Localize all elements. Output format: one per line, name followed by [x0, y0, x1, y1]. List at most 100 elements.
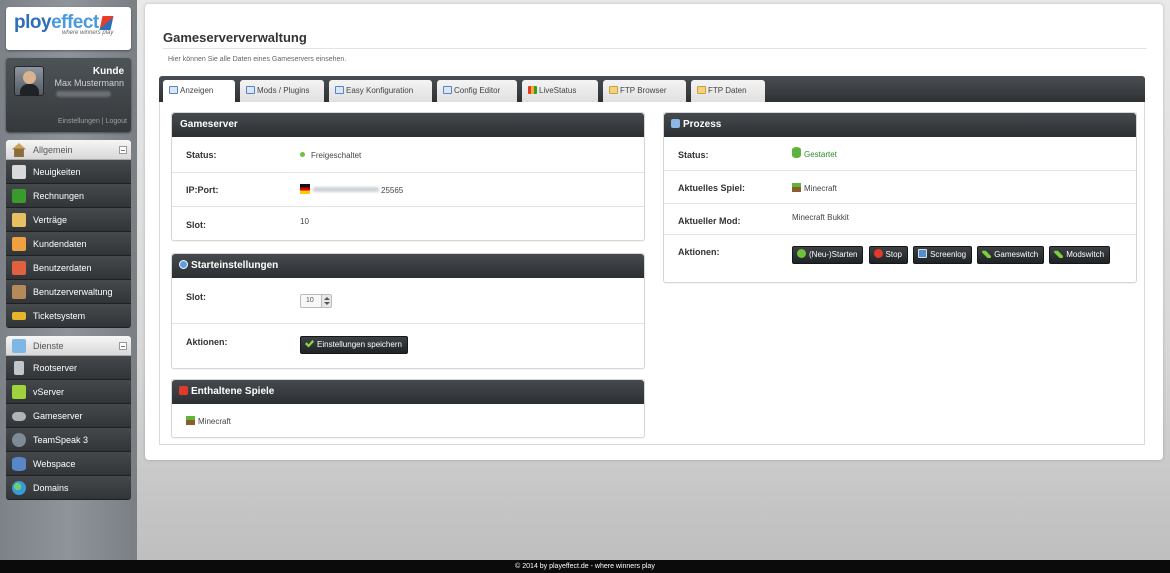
collapse-icon[interactable] [119, 342, 127, 350]
nav-item-ticketsystem[interactable]: Ticketsystem [6, 304, 131, 328]
box-title: Starteinstellungen [191, 260, 279, 271]
nav-item-label: Verträge [33, 215, 68, 225]
plugin-icon [246, 86, 255, 94]
status-dot-icon [300, 152, 305, 157]
restart-button[interactable]: (Neu-)Starten [792, 246, 864, 264]
slot-stepper[interactable]: 10 [300, 294, 332, 308]
sidebar: ployeffect where winners play Kunde Max … [0, 0, 137, 560]
tab-label: FTP Browser [620, 86, 667, 95]
nav-item-benutzerverwaltung[interactable]: Benutzerverwaltung [6, 280, 131, 304]
process-icon [671, 119, 680, 128]
status-label: Status: [186, 150, 217, 160]
port-value: 25565 [381, 186, 404, 195]
current-game-label: Aktuelles Spiel: [678, 183, 746, 193]
monitor-icon [918, 249, 928, 258]
restart-label: (Neu-)Starten [809, 250, 858, 259]
nav-item-label: Gameserver [33, 411, 83, 421]
stepper-arrows-icon[interactable] [321, 295, 331, 307]
logout-link[interactable]: Logout [106, 118, 127, 125]
nav-item-label: Neuigkeiten [33, 167, 81, 177]
user-name: Max Mustermann [54, 78, 124, 88]
tab-ftp-daten[interactable]: FTP Daten [691, 80, 765, 102]
minecraft-icon [186, 416, 195, 425]
nav-item-vertraege[interactable]: Verträge [6, 208, 131, 232]
slot-stepper-value: 10 [306, 297, 314, 304]
process-box: Prozess Status: Gestartet Aktuelles Spie… [663, 112, 1137, 283]
stop-button[interactable]: Stop [868, 246, 908, 264]
nav-item-label: Ticketsystem [33, 311, 86, 321]
current-mod-label: Aktueller Mod: [678, 216, 741, 226]
database-green-icon [792, 147, 801, 158]
screenlog-button[interactable]: Screenlog [913, 246, 973, 264]
nav-item-label: Webspace [33, 459, 76, 469]
nav-item-gameserver[interactable]: Gameserver [6, 404, 131, 428]
current-mod-value: Minecraft Bukkit [792, 213, 849, 222]
process-status-label: Status: [678, 150, 709, 160]
cubes-icon [12, 385, 26, 399]
nav-item-label: Benutzerverwaltung [33, 287, 113, 297]
database-icon [12, 457, 26, 471]
user-role: Kunde [92, 66, 124, 77]
status-text: Freigeschaltet [311, 151, 362, 160]
divider [163, 48, 1147, 49]
included-games-box: Enthaltene Spiele Minecraft [171, 379, 645, 438]
tab-label: FTP Daten [708, 86, 747, 95]
contract-icon [12, 213, 26, 227]
tab-anzeigen[interactable]: Anzeigen [163, 80, 235, 104]
gameswitch-button[interactable]: Gameswitch [977, 246, 1045, 264]
nav-item-rootserver[interactable]: Rootserver [6, 356, 131, 380]
logo[interactable]: ployeffect where winners play [6, 7, 131, 50]
button-holder: Einstellungen speichern [300, 336, 410, 354]
nav-item-benutzerdaten[interactable]: Benutzerdaten [6, 256, 131, 280]
settings-link[interactable]: Einstellungen [58, 118, 100, 125]
logo-tagline: where winners play [62, 30, 114, 36]
nav-item-webspace[interactable]: Webspace [6, 452, 131, 476]
nav-item-teamspeak[interactable]: TeamSpeak 3 [6, 428, 131, 452]
game-list-item: Minecraft [172, 404, 644, 438]
collapse-icon[interactable] [119, 146, 127, 154]
tab-mods-plugins[interactable]: Mods / Plugins [240, 80, 324, 102]
user-red-icon [12, 261, 26, 275]
tab-config-editor[interactable]: Config Editor [437, 80, 517, 102]
nav-item-neuigkeiten[interactable]: Neuigkeiten [6, 160, 131, 184]
nav-group-header[interactable]: Allgemein [6, 140, 131, 160]
tab-easy-konfiguration[interactable]: Easy Konfiguration [329, 80, 432, 102]
chart-icon [528, 86, 537, 94]
slot-setting-row: Slot: 10 [172, 278, 644, 324]
tab-ftp-browser[interactable]: FTP Browser [603, 80, 686, 102]
process-buttons: (Neu-)Starten Stop Screenlog Gameswitch … [792, 246, 1112, 264]
tab-livestatus[interactable]: LiveStatus [522, 80, 598, 102]
nav-group-title: Dienste [33, 341, 64, 351]
link-separator: | [101, 118, 104, 125]
nav-item-label: Benutzerdaten [33, 263, 92, 273]
nav-group-header[interactable]: Dienste [6, 336, 131, 356]
save-settings-button[interactable]: Einstellungen speichern [300, 336, 408, 354]
current-game-value: Minecraft [792, 183, 837, 193]
nav-item-kundendaten[interactable]: Kundendaten [6, 232, 131, 256]
nav-item-label: TeamSpeak 3 [33, 435, 89, 445]
table-icon [443, 86, 452, 94]
page-title: Gameserververwaltung [163, 30, 307, 45]
status-value: Freigeschaltet [300, 151, 361, 160]
settings-actions-row: Aktionen: Einstellungen speichern [172, 324, 644, 368]
teamspeak-icon [12, 433, 26, 447]
services-icon [12, 339, 26, 353]
process-actions-label: Aktionen: [678, 247, 720, 257]
nav-item-rechnungen[interactable]: Rechnungen [6, 184, 131, 208]
minecraft-icon [792, 183, 801, 192]
tab-content: Gameserver Status: Freigeschaltet IP:Por… [159, 102, 1145, 445]
stop-icon [873, 249, 883, 258]
nav-item-label: vServer [33, 387, 65, 397]
modswitch-button[interactable]: Modswitch [1049, 246, 1111, 264]
nav-item-label: Rootserver [33, 363, 78, 373]
nav-item-vserver[interactable]: vServer [6, 380, 131, 404]
dice-icon [179, 386, 188, 395]
gamepad-icon [12, 412, 26, 421]
ipport-value[interactable]: 25565 [300, 184, 403, 195]
nav-group-allgemein: Allgemein Neuigkeiten Rechnungen Verträg… [6, 140, 131, 328]
tab-label: Anzeigen [180, 86, 214, 95]
gameserver-box: Gameserver Status: Freigeschaltet IP:Por… [171, 112, 645, 241]
footer: © 2014 by playeffect.de - where winners … [0, 560, 1170, 573]
shuffle-icon [1054, 250, 1064, 258]
nav-item-domains[interactable]: Domains [6, 476, 131, 500]
